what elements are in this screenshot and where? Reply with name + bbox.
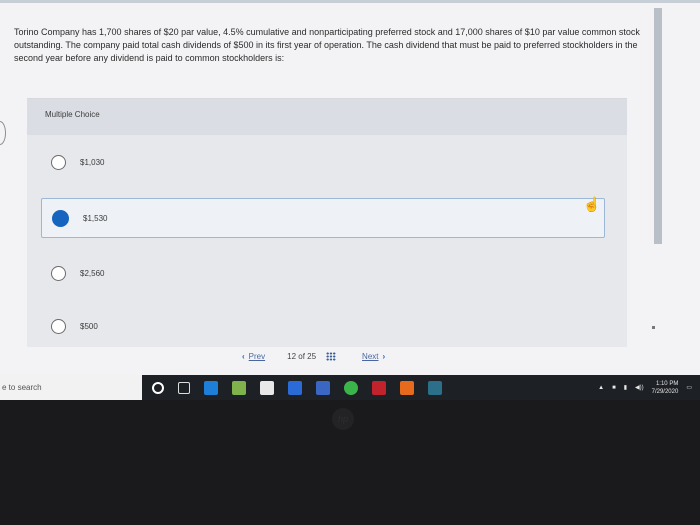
prev-button[interactable]: Prev	[249, 352, 265, 361]
chevron-left-icon[interactable]: ‹	[242, 352, 245, 361]
system-tray: ▲ ■ ▮ ◀)) 1:10 PM 7/29/2020 ▭	[598, 380, 700, 396]
grid-icon[interactable]	[326, 352, 337, 361]
radio-unselected[interactable]	[51, 265, 66, 281]
top-bar	[0, 0, 700, 3]
resize-handle	[652, 326, 655, 329]
option-label: $1,030	[80, 157, 105, 167]
office-icon[interactable]	[400, 380, 414, 395]
radio-unselected[interactable]	[51, 318, 66, 334]
page-indicator: 12 of 25	[287, 352, 317, 361]
notifications-icon[interactable]: ▭	[686, 384, 692, 391]
radio-selected[interactable]	[52, 209, 69, 227]
question-navigation: ‹ Prev 12 of 25 Next ›	[238, 352, 389, 361]
battery-icon[interactable]: ▮	[624, 384, 627, 391]
cortana-icon[interactable]	[152, 381, 164, 394]
radio-unselected[interactable]	[51, 154, 66, 170]
windows-taskbar: e to search ▲ ■ ▮ ◀)) 1:10 PM 7/29/2020 …	[0, 375, 700, 400]
network-icon[interactable]: ■	[612, 385, 616, 391]
mail-icon[interactable]	[316, 380, 330, 395]
scrollbar[interactable]	[654, 8, 662, 244]
hp-logo-icon: hp	[332, 408, 354, 430]
next-button[interactable]: Next	[362, 352, 378, 361]
photos-icon[interactable]	[232, 380, 246, 395]
chevron-up-icon[interactable]: ▲	[598, 385, 604, 391]
browser-screen: Torino Company has 1,700 shares of $20 p…	[0, 0, 700, 375]
clock-time: 1:10 PM	[655, 380, 679, 387]
hand-cursor-icon: ☝	[583, 196, 601, 212]
multiple-choice-header: Multiple Choice	[27, 99, 627, 135]
clock[interactable]: 1:10 PM 7/29/2020	[652, 380, 679, 396]
clock-date: 7/29/2020	[651, 388, 679, 395]
option-1530[interactable]: $1,530	[41, 198, 605, 238]
multiple-choice-panel: Multiple Choice $1,030 $1,530 $2,560 $50…	[27, 98, 627, 347]
edge-icon[interactable]	[204, 380, 218, 395]
side-panel-toggle[interactable]	[0, 121, 6, 145]
option-label: $500	[80, 321, 98, 331]
option-2560[interactable]: $2,560	[41, 254, 603, 292]
task-view-icon[interactable]	[178, 381, 190, 394]
option-500[interactable]: $500	[41, 307, 603, 345]
option-1030[interactable]: $1,030	[41, 143, 603, 181]
search-placeholder: e to search	[2, 383, 42, 392]
store-icon[interactable]	[260, 380, 274, 395]
option-label: $2,560	[80, 268, 105, 278]
taskbar-search[interactable]: e to search	[0, 375, 142, 400]
chrome-icon[interactable]	[344, 380, 358, 395]
app-icon[interactable]	[428, 380, 442, 395]
chevron-right-icon[interactable]: ›	[383, 352, 386, 361]
multiple-choice-label: Multiple Choice	[45, 110, 100, 119]
question-text: Torino Company has 1,700 shares of $20 p…	[14, 27, 640, 63]
netflix-icon[interactable]	[372, 380, 386, 395]
option-label: $1,530	[83, 213, 108, 223]
dropbox-icon[interactable]	[288, 380, 302, 395]
volume-icon[interactable]: ◀))	[635, 384, 644, 391]
